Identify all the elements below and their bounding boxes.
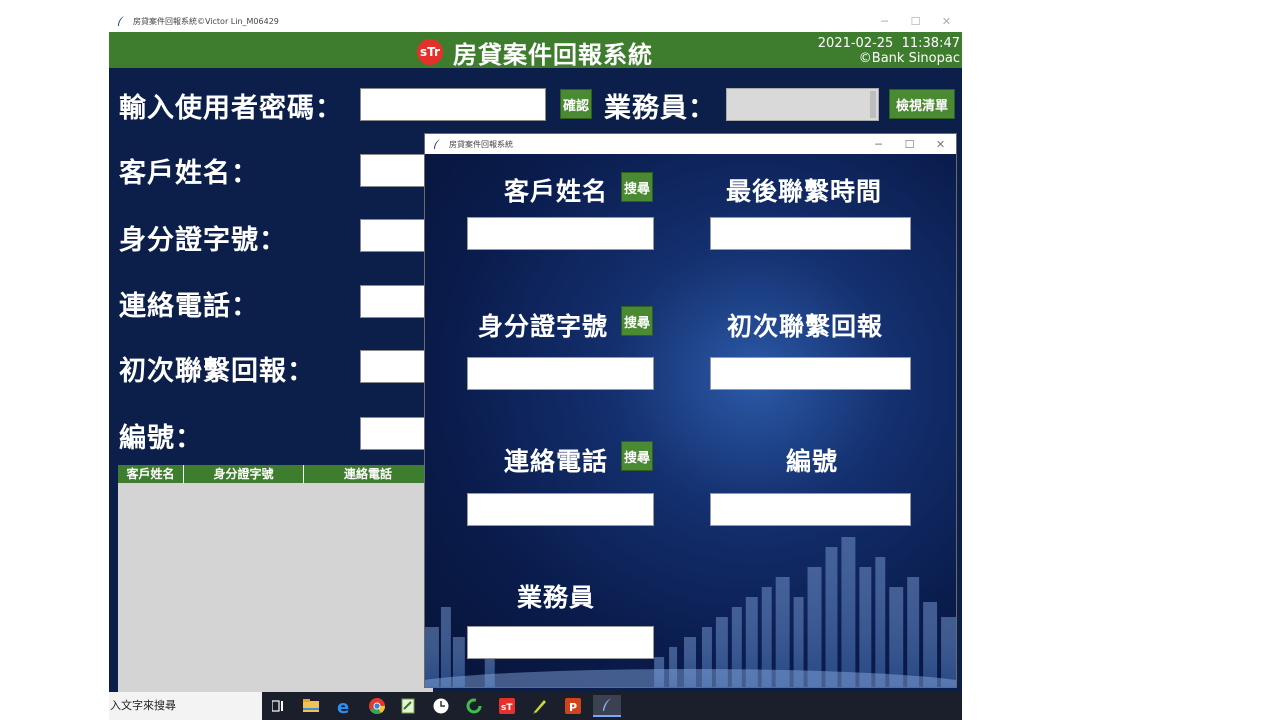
taskbar-search[interactable]: 入文字來搜尋 [109,692,262,720]
edge-icon[interactable]: e [333,695,355,717]
maximize-icon[interactable]: ☐ [900,10,931,32]
first-contact-label: 初次聯繫回報 [727,312,884,341]
customer-name-label: 客戶姓名： [119,158,259,189]
task-view-icon[interactable] [267,695,289,717]
last-contact-time-label: 最後聯繫時間 [726,177,883,206]
number-label: 編號 [786,447,839,476]
app-banner: sTr 房貸案件回報系統 2021-02-25 11:38:47 ©Bank S… [109,32,962,69]
close-icon[interactable]: ✕ [931,10,962,32]
feather-app-icon[interactable] [593,695,621,717]
customer-name-label: 客戶姓名 [504,177,609,206]
column-header[interactable]: 身分證字號 [184,465,304,483]
confirm-button[interactable]: 確認 [560,89,592,119]
first-contact-input[interactable] [710,357,911,390]
clock-icon[interactable] [430,695,452,717]
minimize-icon[interactable]: ─ [863,134,894,155]
loading-ring-icon[interactable] [463,695,485,717]
search-window: 房貸案件回報系統 ─ ☐ ✕ 客戶姓名 搜尋 身分證字號 搜尋 連絡電話 搜尋 … [424,133,957,688]
search-customer-name-button[interactable]: 搜尋 [621,172,653,202]
time-text: 11:38:47 [901,36,960,51]
id-number-label: 身分證字號 [478,312,609,341]
records-table[interactable]: 客戶姓名 身分證字號 連絡電話 [118,465,433,692]
last-contact-time-input[interactable] [710,217,911,250]
first-contact-input[interactable] [360,350,430,383]
main-window-title: 房貸案件回報系統©Victor Lin_M06429 [133,16,279,26]
staff-label: 業務員 [517,583,596,612]
id-number-input[interactable] [467,357,654,390]
first-contact-label: 初次聯繫回報： [119,356,315,387]
svg-text:e: e [337,697,349,715]
phone-input[interactable] [360,285,430,318]
column-header[interactable]: 客戶姓名 [118,465,184,483]
notepad-icon[interactable] [397,695,419,717]
datetime-display: 2021-02-25 11:38:47 ©Bank Sinopac [818,36,960,66]
search-phone-button[interactable]: 搜尋 [621,441,653,471]
app-title: 房貸案件回報系統 [453,41,653,69]
number-input[interactable] [710,493,911,526]
copyright-text: ©Bank Sinopac [858,51,960,66]
powerpoint-icon[interactable]: P [562,695,584,717]
svg-text:P: P [569,701,577,714]
password-label: 輸入使用者密碼： [119,93,343,124]
date-text: 2021-02-25 [817,36,894,51]
table-header: 客戶姓名 身分證字號 連絡電話 [118,465,433,483]
sinopac-logo: sTr [417,39,443,65]
number-label: 編號： [119,423,203,454]
sinopac-app-icon[interactable]: sT [496,695,518,717]
phone-label: 連絡電話 [504,447,609,476]
city-skyline-background [425,537,956,687]
column-header[interactable]: 連絡電話 [304,465,433,483]
maximize-icon[interactable]: ☐ [894,134,925,155]
phone-input[interactable] [467,493,654,526]
staff-scrollbar[interactable] [870,91,876,118]
customer-name-input[interactable] [467,217,654,250]
feather-icon [431,138,443,150]
staff-select[interactable] [726,88,879,121]
password-input[interactable] [360,88,546,121]
main-titlebar: 房貸案件回報系統©Victor Lin_M06429 ─ ☐ ✕ [109,10,962,32]
number-input[interactable] [360,417,430,450]
customer-name-input[interactable] [360,154,430,187]
view-list-button[interactable]: 檢視清單 [889,89,955,119]
child-titlebar: 房貸案件回報系統 ─ ☐ ✕ [425,134,956,154]
search-id-number-button[interactable]: 搜尋 [621,306,653,336]
phone-label: 連絡電話： [119,291,259,322]
svg-text:sT: sT [501,703,513,713]
staff-input[interactable] [467,626,654,659]
pen-app-icon[interactable] [529,695,551,717]
minimize-icon[interactable]: ─ [869,10,900,32]
file-explorer-icon[interactable] [300,695,322,717]
id-number-input[interactable] [360,219,430,252]
staff-label: 業務員： [604,93,716,124]
id-number-label: 身分證字號： [119,225,287,256]
chrome-icon[interactable] [366,695,388,717]
feather-icon [115,15,127,27]
close-icon[interactable]: ✕ [925,134,956,155]
child-window-title: 房貸案件回報系統 [449,139,513,149]
taskbar: 入文字來搜尋 e sT P [109,692,962,720]
